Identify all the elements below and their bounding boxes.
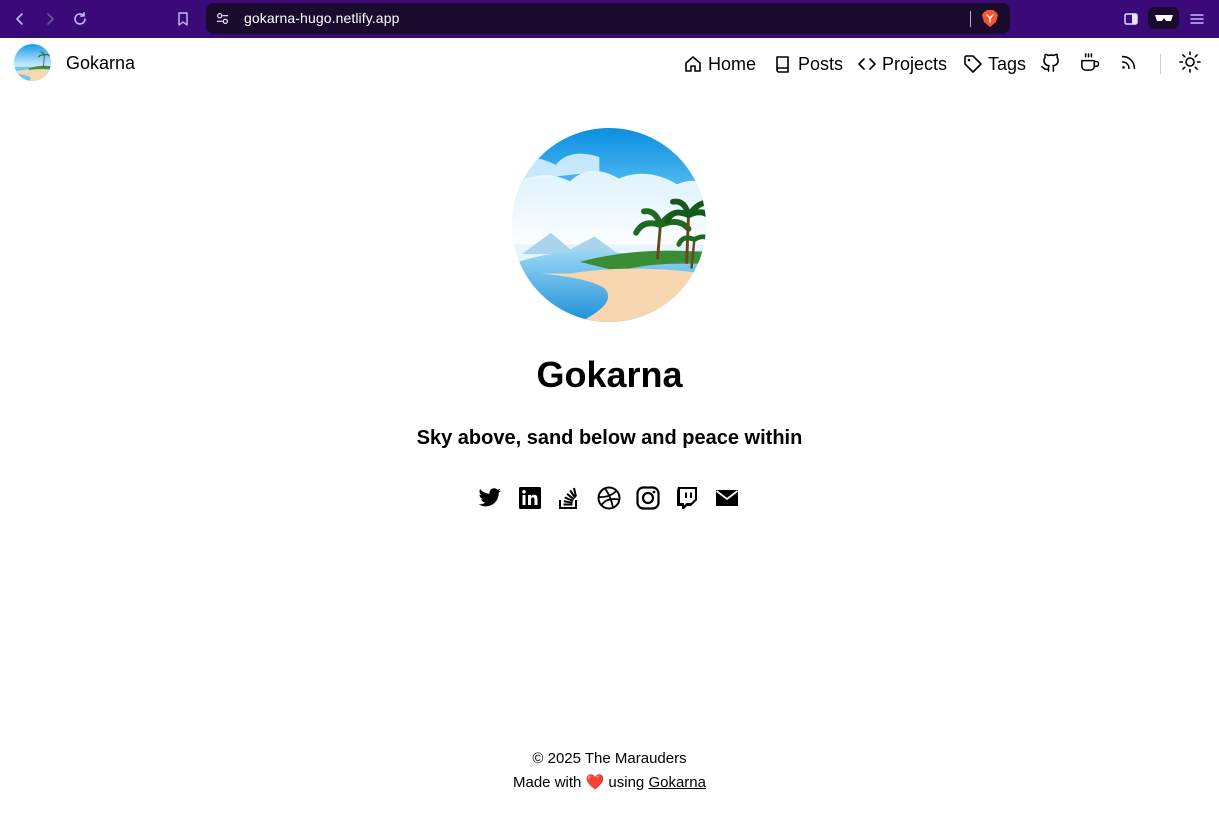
sun-icon bbox=[1179, 51, 1201, 73]
heart-icon: ❤️ bbox=[585, 774, 605, 791]
site-settings-icon[interactable] bbox=[215, 11, 230, 26]
url-text: gokarna-hugo.netlify.app bbox=[244, 10, 400, 26]
beach-logo-image bbox=[14, 44, 51, 81]
chevron-left-icon bbox=[16, 13, 23, 25]
beach-illustration bbox=[512, 128, 706, 322]
sidebar-toggle-button[interactable] bbox=[1121, 9, 1141, 29]
glasses-icon bbox=[1154, 15, 1173, 21]
twitter-link[interactable] bbox=[477, 485, 503, 511]
stackoverflow-icon bbox=[559, 487, 577, 509]
nav-tags[interactable]: Tags bbox=[963, 51, 1026, 77]
buy-me-coffee-link[interactable] bbox=[1078, 51, 1100, 73]
email-link[interactable] bbox=[714, 485, 740, 511]
nav-home[interactable]: Home bbox=[683, 51, 756, 77]
menu-button[interactable] bbox=[1187, 9, 1207, 29]
book-icon bbox=[776, 56, 789, 73]
github-link[interactable] bbox=[1039, 51, 1061, 73]
address-bar[interactable]: gokarna-hugo.netlify.app bbox=[206, 3, 1010, 34]
back-button[interactable] bbox=[10, 9, 30, 29]
nav-divider bbox=[1160, 54, 1161, 74]
nav-posts[interactable]: Posts bbox=[773, 51, 843, 77]
bookmark-button[interactable] bbox=[173, 9, 193, 29]
rss-icon bbox=[1121, 55, 1136, 70]
site-title-link[interactable]: Gokarna bbox=[66, 53, 135, 74]
dribbble-link[interactable] bbox=[596, 485, 622, 511]
brave-shields-icon[interactable] bbox=[981, 9, 999, 28]
forward-button[interactable] bbox=[40, 9, 60, 29]
instagram-icon bbox=[636, 486, 660, 510]
site-header: Gokarna Home Posts Projects Tags bbox=[0, 38, 1219, 90]
bookmark-icon bbox=[178, 12, 188, 26]
github-icon bbox=[1040, 53, 1059, 72]
using-text: using bbox=[608, 774, 645, 791]
rss-link[interactable] bbox=[1118, 51, 1140, 73]
sidebar-icon bbox=[1124, 13, 1138, 25]
hero-tagline: Sky above, sand below and peace within bbox=[416, 427, 803, 449]
made-with-line: Made with ❤️ using Gokarna bbox=[0, 771, 1219, 795]
gokarna-footer-link[interactable]: Gokarna bbox=[648, 774, 706, 791]
tag-icon bbox=[964, 55, 982, 73]
theme-toggle-button[interactable] bbox=[1179, 51, 1201, 73]
made-with-text: Made with bbox=[513, 774, 582, 791]
site-footer: © 2025 The Marauders Made with ❤️ using … bbox=[0, 747, 1219, 795]
hero-avatar bbox=[512, 128, 706, 322]
chevron-right-icon bbox=[47, 13, 54, 25]
home-icon bbox=[685, 56, 701, 72]
twitter-icon bbox=[478, 488, 501, 507]
stackoverflow-link[interactable] bbox=[556, 485, 582, 511]
reload-button[interactable] bbox=[70, 9, 90, 29]
dribbble-icon bbox=[597, 486, 621, 510]
nav-tags-label: Tags bbox=[988, 53, 1027, 74]
reload-icon bbox=[74, 12, 86, 25]
linkedin-link[interactable] bbox=[517, 485, 543, 511]
hero-title: Gokarna bbox=[536, 354, 683, 395]
site-logo[interactable] bbox=[14, 44, 51, 81]
email-icon bbox=[715, 490, 739, 506]
code-icon bbox=[858, 58, 876, 70]
twitch-icon bbox=[677, 487, 697, 509]
linkedin-icon bbox=[519, 487, 541, 509]
text-caret bbox=[970, 11, 971, 27]
nav-posts-label: Posts bbox=[798, 53, 844, 74]
hamburger-icon bbox=[1190, 14, 1204, 24]
nav-projects-label: Projects bbox=[882, 53, 948, 74]
reader-mode-button[interactable] bbox=[1148, 7, 1179, 29]
social-links bbox=[0, 485, 1219, 511]
nav-projects[interactable]: Projects bbox=[857, 51, 947, 77]
twitch-link[interactable] bbox=[674, 485, 700, 511]
copyright-text: © 2025 The Marauders bbox=[532, 750, 687, 767]
browser-toolbar: gokarna-hugo.netlify.app bbox=[0, 0, 1219, 38]
instagram-link[interactable] bbox=[635, 485, 661, 511]
nav-home-label: Home bbox=[708, 53, 757, 74]
coffee-icon bbox=[1080, 52, 1099, 71]
